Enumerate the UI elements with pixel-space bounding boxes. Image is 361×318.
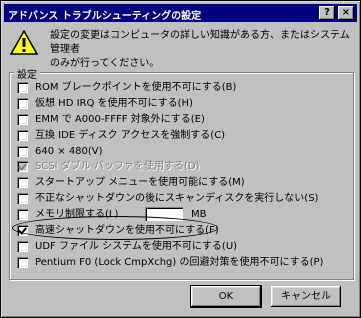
cancel-button[interactable]: キャンセル — [271, 286, 341, 307]
checkbox-rom-breakpoint[interactable] — [17, 82, 28, 93]
memory-limit-unit: MB — [191, 209, 207, 220]
option-label: SCSI ダブル バッファを使用する(D) — [35, 161, 200, 172]
option-label: 高速シャットダウンを使用不可にする(F) — [35, 225, 219, 236]
option-label: 640 × 480(V) — [35, 146, 103, 157]
option-label: メモリ制限する(L) — [35, 209, 119, 220]
checkbox-startup-menu[interactable] — [17, 177, 28, 188]
checkbox-emm-exclude[interactable] — [17, 114, 28, 125]
option-label: UDF ファイル システムを使用不可にする(U) — [35, 241, 238, 252]
warning-text: 設定の変更はコンピュータの詳しい知識がある方、またはシステム管理者 のみが行って… — [50, 29, 350, 71]
window-title: アドバンス トラブルシューティングの設定 — [8, 11, 202, 22]
settings-group-label: 設定 — [14, 66, 40, 81]
ok-button[interactable]: OK — [191, 286, 261, 307]
title-bar: アドバンス トラブルシューティングの設定 ? × — [4, 4, 357, 22]
checkbox-640x480[interactable] — [17, 146, 28, 157]
warning-icon — [10, 30, 38, 55]
option-label: 不正なシャットダウンの後にスキャンディスクを実行しない(S) — [35, 193, 319, 204]
memory-limit-input[interactable] — [145, 207, 183, 221]
checkbox-fast-shutdown[interactable] — [17, 225, 28, 236]
option-memory-limit[interactable]: メモリ制限する(L) MB — [17, 207, 217, 222]
option-label: 互換 IDE ディスク アクセスを強制する(C) — [35, 130, 226, 141]
option-label: EMM で A000-FFFF 対象外にする(E) — [35, 114, 205, 125]
checkbox-pentium-f0[interactable] — [17, 257, 28, 268]
checkbox-virtual-hd-irq[interactable] — [17, 98, 28, 109]
option-label: 仮想 HD IRQ を使用不可にする(H) — [35, 98, 193, 109]
checkbox-no-scandisk[interactable] — [17, 193, 28, 204]
checkbox-compatible-ide[interactable] — [17, 130, 28, 141]
option-label: スタートアップ メニューを使用可能にする(M) — [35, 177, 245, 188]
option-label: ROM ブレークポイントを使用不可にする(B) — [35, 82, 237, 93]
checkbox-scsi-double-buffer — [17, 161, 28, 172]
help-button[interactable]: ? — [319, 6, 335, 20]
checkbox-udf-filesystem[interactable] — [17, 241, 28, 252]
warning-text-line1: 設定の変更はコンピュータの詳しい知識がある方、またはシステム管理者 — [50, 30, 350, 55]
close-button[interactable]: × — [338, 6, 354, 20]
checkbox-memory-limit[interactable] — [17, 209, 28, 220]
option-label: Pentium F0 (Lock CmpXchg) の回避対策を使用不可にする(… — [35, 257, 324, 268]
warning-text-line2: のみが行ってください。 — [50, 58, 160, 69]
